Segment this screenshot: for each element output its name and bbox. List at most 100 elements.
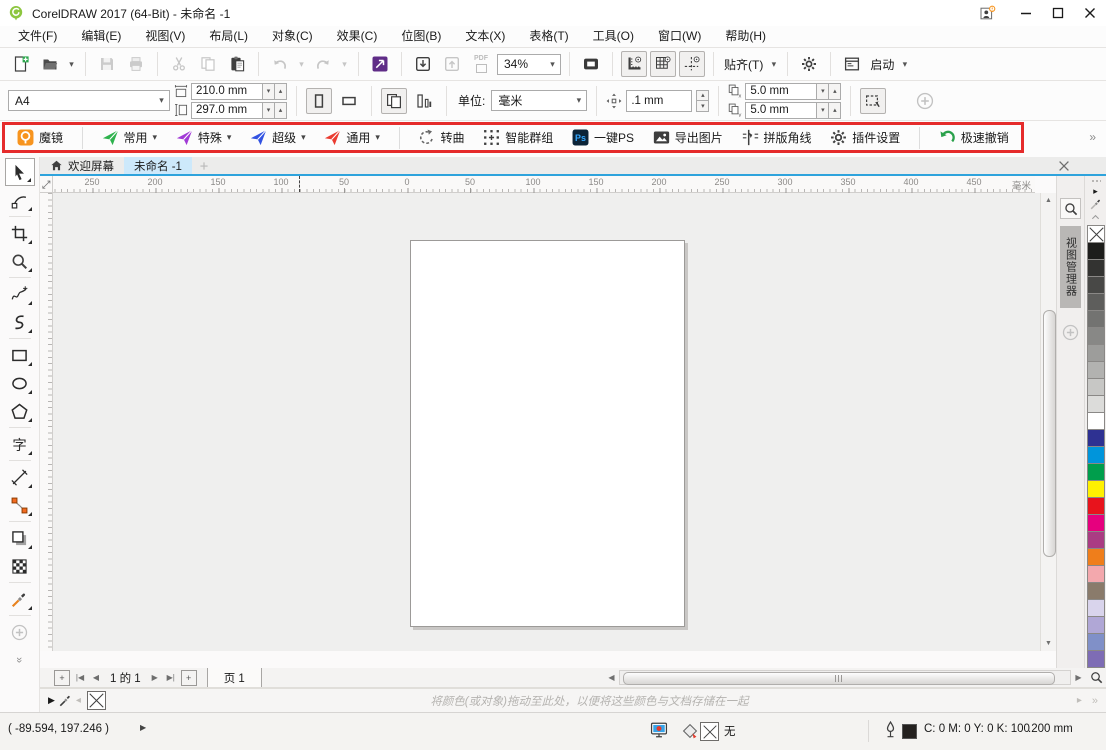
plugin-quick-undo-button[interactable]: 极速撤销 — [939, 129, 1009, 146]
color-eyedropper-tool[interactable] — [5, 585, 35, 613]
color-swatch[interactable] — [1087, 633, 1105, 651]
open-button[interactable] — [37, 51, 63, 77]
launch-icon[interactable] — [839, 51, 865, 77]
color-swatch[interactable] — [1087, 463, 1105, 481]
ellipse-tool[interactable] — [5, 369, 35, 397]
view-manager-docker-tab[interactable]: 视图管理器 — [1060, 226, 1081, 308]
chevron-down-icon[interactable]: ▾ — [545, 59, 560, 70]
scroll-right-icon[interactable]: ▶ — [1071, 673, 1086, 682]
palette-eyedropper-icon[interactable] — [1085, 198, 1106, 210]
vertical-scroll-thumb[interactable] — [1043, 310, 1056, 557]
no-color-swatch[interactable] — [1087, 225, 1105, 243]
plugin-super-button[interactable]: 超级▾ — [250, 129, 306, 146]
minimize-button[interactable] — [1010, 1, 1042, 25]
navigator-icon[interactable] — [1086, 671, 1106, 684]
no-color-swatch[interactable] — [87, 691, 106, 710]
page-tab[interactable]: 页 1 — [207, 668, 262, 687]
menu-item-7[interactable]: 文本(X) — [453, 26, 517, 47]
color-swatch[interactable] — [1087, 378, 1105, 396]
menu-item-8[interactable]: 表格(T) — [517, 26, 580, 47]
plugin-common-button[interactable]: 常用▾ — [102, 129, 158, 146]
chevron-down-icon[interactable]: ▾ — [154, 95, 169, 106]
close-button[interactable] — [1074, 1, 1106, 25]
plugin-special-button[interactable]: 特殊▾ — [176, 129, 232, 146]
all-pages-button[interactable] — [381, 88, 407, 114]
color-swatch[interactable] — [1087, 429, 1105, 447]
fill-none-swatch[interactable] — [700, 722, 719, 741]
new-document-button[interactable] — [8, 51, 34, 77]
palette-flyout-icon[interactable]: ▸ — [1085, 186, 1106, 196]
vertical-scrollbar[interactable]: ▲ ▼ — [1040, 193, 1056, 651]
polygon-tool[interactable] — [5, 397, 35, 425]
color-swatch[interactable] — [1087, 242, 1105, 260]
insert-page-after-button[interactable]: + — [181, 670, 197, 686]
duplicate-y-field[interactable]: 5.0 mm — [745, 102, 817, 119]
launch-dropdown-icon[interactable]: ▾ — [899, 59, 910, 70]
current-page-button[interactable] — [411, 88, 437, 114]
options-button[interactable] — [796, 51, 822, 77]
paste-button[interactable] — [224, 51, 250, 77]
status-flyout-icon[interactable]: ▶ — [140, 723, 146, 732]
import-button[interactable] — [410, 51, 436, 77]
artistic-media-tool[interactable] — [5, 308, 35, 336]
proof-colors-icon[interactable] — [650, 721, 668, 739]
color-swatch[interactable] — [1087, 412, 1105, 430]
palette-drag-handle[interactable] — [1091, 179, 1101, 184]
close-docker-icon[interactable] — [1050, 157, 1078, 174]
duplicate-y-increase[interactable]: ▴ — [829, 102, 841, 119]
document-page[interactable] — [410, 240, 685, 627]
duplicate-x-field[interactable]: 5.0 mm — [745, 83, 817, 100]
color-swatch[interactable] — [1087, 650, 1105, 668]
open-dropdown-icon[interactable]: ▾ — [66, 59, 77, 70]
zoom-level-combo[interactable]: 34% ▾ — [497, 54, 561, 75]
outline-color-swatch[interactable] — [902, 724, 917, 739]
scroll-up-icon[interactable]: ▲ — [1041, 193, 1056, 208]
color-swatch[interactable] — [1087, 599, 1105, 617]
color-swatch[interactable] — [1087, 480, 1105, 498]
menu-item-0[interactable]: 文件(F) — [6, 26, 69, 47]
page-height-decrease[interactable]: ▾ — [263, 102, 275, 119]
last-page-button[interactable]: ▶| — [163, 670, 179, 686]
chevron-down-icon[interactable]: ▾ — [301, 132, 306, 143]
page-width-increase[interactable]: ▴ — [275, 83, 287, 100]
show-rulers-button[interactable] — [621, 51, 647, 77]
portrait-button[interactable] — [306, 88, 332, 114]
horizontal-ruler[interactable]: 毫米 2502001501005005010015020025030035040… — [53, 176, 1035, 193]
fullscreen-preview-button[interactable] — [578, 51, 604, 77]
color-swatch[interactable] — [1087, 395, 1105, 413]
scroll-left-icon[interactable]: ◀ — [604, 673, 619, 682]
menu-item-6[interactable]: 位图(B) — [389, 26, 453, 47]
rectangle-tool[interactable] — [5, 341, 35, 369]
dimension-tool[interactable] — [5, 463, 35, 491]
pick-tool[interactable] — [5, 158, 35, 186]
zoom-tool[interactable] — [5, 247, 35, 275]
page-height-increase[interactable]: ▴ — [275, 102, 287, 119]
plugin-plugin-settings-button[interactable]: 插件设置 — [830, 129, 900, 146]
color-swatch[interactable] — [1087, 361, 1105, 379]
tab-welcome-screen[interactable]: 欢迎屏幕 — [40, 157, 124, 174]
expand-icon[interactable]: » — [1092, 695, 1098, 707]
treat-as-filled-button[interactable] — [860, 88, 886, 114]
color-swatch[interactable] — [1087, 514, 1105, 532]
menu-item-2[interactable]: 视图(V) — [133, 26, 197, 47]
color-swatch[interactable] — [1087, 548, 1105, 566]
fill-icon[interactable] — [682, 723, 698, 739]
nudge-spinner[interactable]: ▴▾ — [696, 90, 709, 112]
connector-tool[interactable] — [5, 491, 35, 519]
tab-untitled-document[interactable]: 未命名 -1 — [124, 157, 192, 174]
toolbox-overflow-icon[interactable]: » — [5, 646, 35, 674]
document-palette-eyedropper-icon[interactable] — [59, 694, 72, 707]
menu-item-1[interactable]: 编辑(E) — [69, 26, 133, 47]
color-swatch[interactable] — [1087, 259, 1105, 277]
document-palette-flyout-icon[interactable]: ▶ — [48, 695, 55, 706]
show-grid-button[interactable] — [650, 51, 676, 77]
show-guidelines-button[interactable] — [679, 51, 705, 77]
snap-to-label[interactable]: 贴齐(T) — [724, 56, 763, 73]
color-swatch[interactable] — [1087, 446, 1105, 464]
insert-page-before-button[interactable]: + — [54, 670, 70, 686]
color-swatch[interactable] — [1087, 276, 1105, 294]
new-tab-button[interactable] — [192, 157, 216, 174]
color-swatch[interactable] — [1087, 565, 1105, 583]
snap-dropdown-icon[interactable]: ▾ — [768, 59, 779, 70]
zoom-docker-button[interactable] — [1060, 198, 1081, 219]
